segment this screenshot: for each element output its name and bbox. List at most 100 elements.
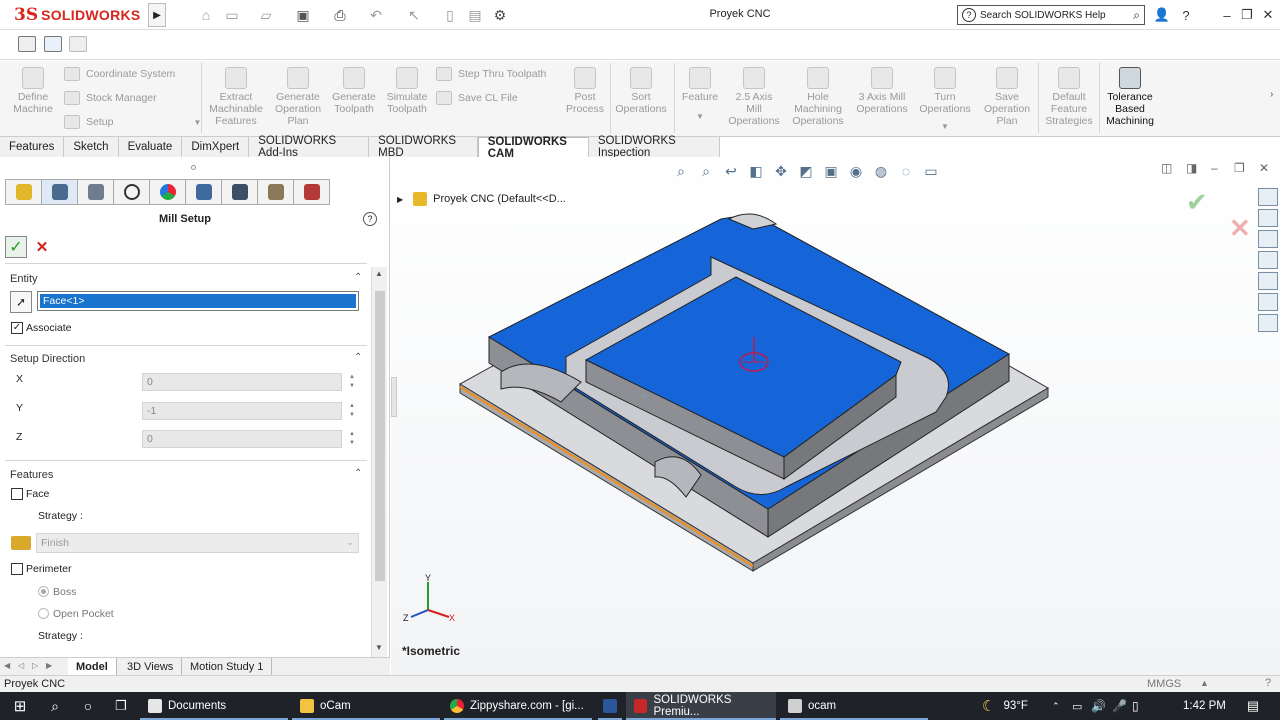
collapse-chevron-icon[interactable]: ⌃	[354, 468, 362, 479]
x-direction-field[interactable]: 0	[142, 373, 342, 391]
network-icon[interactable]: ▭	[1072, 692, 1086, 720]
taskbar-chrome[interactable]: Zippyshare.com - [gi...	[444, 692, 592, 720]
options-gear-icon[interactable]: ⚙	[490, 6, 510, 24]
taskbar-documents[interactable]: Documents	[140, 692, 288, 720]
entity-selection-list[interactable]: Face<1>	[37, 291, 359, 311]
setup-button[interactable]: Setup ▼	[64, 115, 201, 129]
user-account-icon[interactable]: 👤	[1152, 6, 1172, 24]
mill-2-5-axis-button[interactable]: 2.5 Axis Mill Operations	[726, 63, 782, 127]
feature-button[interactable]: Feature ▼	[677, 63, 723, 123]
cam-feature-tree-tab[interactable]	[5, 179, 42, 205]
tab-3d-views[interactable]: 3D Views	[119, 658, 183, 676]
configuration-manager-tab[interactable]	[77, 179, 114, 205]
menu-expand-arrow-icon[interactable]: ▶	[148, 3, 166, 27]
taskbar-ocam[interactable]: ocam	[780, 692, 928, 720]
boss-radio[interactable]	[38, 586, 49, 597]
strategy-dropdown[interactable]: Finish ⌄	[36, 533, 359, 553]
graphics-area[interactable]: ⌕ ⌕ ↩ ◧ ✥ ◩ ▣ ◉ ◍ ◌ ▭ ◫ ◨ – ❐ ✕ ▶ Proyek…	[391, 157, 1280, 675]
save-operation-plan-button[interactable]: Save Operation Plan	[978, 63, 1036, 127]
chevron-right-icon[interactable]: ›	[1270, 89, 1273, 100]
show-hidden-icons-icon[interactable]: ⌃	[1052, 692, 1064, 720]
associate-checkbox[interactable]: ✓	[11, 322, 23, 334]
display-manager-tab[interactable]	[149, 179, 186, 205]
prev-tab-icon[interactable]: ◁	[18, 661, 30, 673]
minimize-button[interactable]: –	[1217, 6, 1237, 24]
stock-manager-button[interactable]: Stock Manager	[64, 91, 157, 105]
pm-help-icon[interactable]: ?	[363, 212, 377, 226]
cam-operation-tab[interactable]	[221, 179, 258, 205]
rebuild-icon[interactable]: ▯	[442, 6, 458, 24]
property-manager-tab[interactable]	[41, 179, 78, 205]
task-view-icon[interactable]: ❐	[111, 692, 131, 720]
face-checkbox[interactable]	[11, 488, 23, 500]
tab-model[interactable]: Model	[68, 658, 117, 676]
pm-scrollbar[interactable]: ▲ ▼	[371, 267, 387, 657]
scroll-down-icon[interactable]: ▼	[375, 643, 383, 652]
select-cursor-icon[interactable]: ↖	[404, 6, 424, 24]
mill-3-axis-button[interactable]: 3 Axis Mill Operations	[852, 63, 912, 115]
notification-center-icon[interactable]: ▤	[1244, 692, 1262, 720]
part-3d-model[interactable]: + Y X Z	[391, 157, 1280, 675]
close-button[interactable]: ✕	[1258, 6, 1278, 24]
feature-dropdown-icon[interactable]: ▼	[677, 111, 723, 123]
simulate-toolpath-button[interactable]: Simulate Toolpath	[382, 63, 432, 115]
open-folder-icon[interactable]: ▱	[256, 6, 276, 24]
save-cl-file-button[interactable]: Save CL File	[436, 91, 518, 105]
cam-toolpath-tab[interactable]	[293, 179, 330, 205]
tab-inspection[interactable]: SOLIDWORKS Inspection	[589, 135, 720, 159]
units-chevron-up-icon[interactable]: ▲	[1200, 678, 1209, 688]
taskbar-ocam-folder[interactable]: oCam	[292, 692, 440, 720]
next-tab-icon[interactable]: ▷	[32, 661, 44, 673]
tab-solidworks-cam[interactable]: SOLIDWORKS CAM	[477, 136, 589, 160]
volume-icon[interactable]: 🔊	[1091, 692, 1106, 720]
save-icon[interactable]: ▣	[293, 6, 313, 24]
search-icon[interactable]: ⌕	[45, 692, 65, 720]
tab-evaluate[interactable]: Evaluate	[119, 137, 183, 157]
tab-dimxpert[interactable]: DimXpert	[182, 137, 250, 157]
unit-system[interactable]: MMGS	[1147, 678, 1181, 690]
tab-mbd[interactable]: SOLIDWORKS MBD	[369, 135, 478, 159]
taskbar-solidworks[interactable]: SOLIDWORKS Premiu...	[626, 692, 776, 720]
clock[interactable]: 1:42 PM	[1183, 692, 1229, 720]
search-icon[interactable]: ⌕	[1133, 8, 1140, 23]
search-help-field[interactable]: ? Search SOLIDWORKS Help ⌕	[957, 5, 1145, 25]
cancel-button[interactable]: ✕	[34, 236, 50, 258]
last-tab-icon[interactable]: ▶	[46, 661, 58, 673]
collapse-chevron-icon[interactable]: ⌃	[354, 352, 362, 363]
file-properties-icon[interactable]: ▤	[465, 6, 485, 24]
weather-widget[interactable]: ☾ 93°F	[982, 692, 1052, 720]
hole-machining-button[interactable]: Hole Machining Operations	[786, 63, 850, 127]
z-direction-field[interactable]: 0	[142, 430, 342, 448]
y-spinner-icon[interactable]: ▲ ▼	[346, 402, 358, 420]
taskbar-word[interactable]	[598, 692, 622, 720]
collapse-chevron-icon[interactable]: ⌃	[354, 272, 362, 283]
undo-icon[interactable]: ↶	[366, 6, 386, 24]
generate-plan-button[interactable]: Generate Operation Plan	[270, 63, 326, 127]
help-icon[interactable]: ?	[1176, 6, 1196, 24]
scroll-thumb[interactable]	[375, 291, 385, 581]
camera-icon[interactable]	[18, 36, 36, 52]
print-icon[interactable]: ⎙	[330, 6, 350, 24]
z-spinner-icon[interactable]: ▲ ▼	[346, 430, 358, 448]
ok-button[interactable]: ✓	[5, 236, 27, 258]
sort-operations-button[interactable]: Sort Operations	[612, 63, 670, 115]
scroll-up-icon[interactable]: ▲	[375, 269, 383, 278]
default-feature-strategies-button[interactable]: Default Feature Strategies	[1040, 63, 1098, 127]
home-icon[interactable]: ⌂	[196, 6, 216, 24]
snapshot-icon[interactable]	[69, 36, 87, 52]
turn-operations-button[interactable]: Turn Operations ▼	[914, 63, 976, 133]
new-document-icon[interactable]: ▭	[222, 6, 242, 24]
tab-sketch[interactable]: Sketch	[64, 137, 119, 157]
open-pocket-radio[interactable]	[38, 608, 49, 619]
battery-icon[interactable]: ▯	[1132, 692, 1146, 720]
tab-addins[interactable]: SOLIDWORKS Add-Ins	[249, 135, 370, 159]
help-tip-icon[interactable]: ?	[1265, 677, 1271, 689]
first-tab-icon[interactable]: ◀	[4, 661, 16, 673]
define-machine-button[interactable]: Define Machine	[6, 63, 60, 115]
turn-dropdown-icon[interactable]: ▼	[914, 121, 976, 133]
cortana-icon[interactable]: ○	[78, 692, 98, 720]
cam-feature-manager-tab[interactable]	[185, 179, 222, 205]
panel-grip-icon[interactable]	[191, 165, 196, 170]
step-thru-toolpath-button[interactable]: Step Thru Toolpath	[436, 67, 546, 81]
generate-toolpath-button[interactable]: Generate Toolpath	[328, 63, 380, 115]
